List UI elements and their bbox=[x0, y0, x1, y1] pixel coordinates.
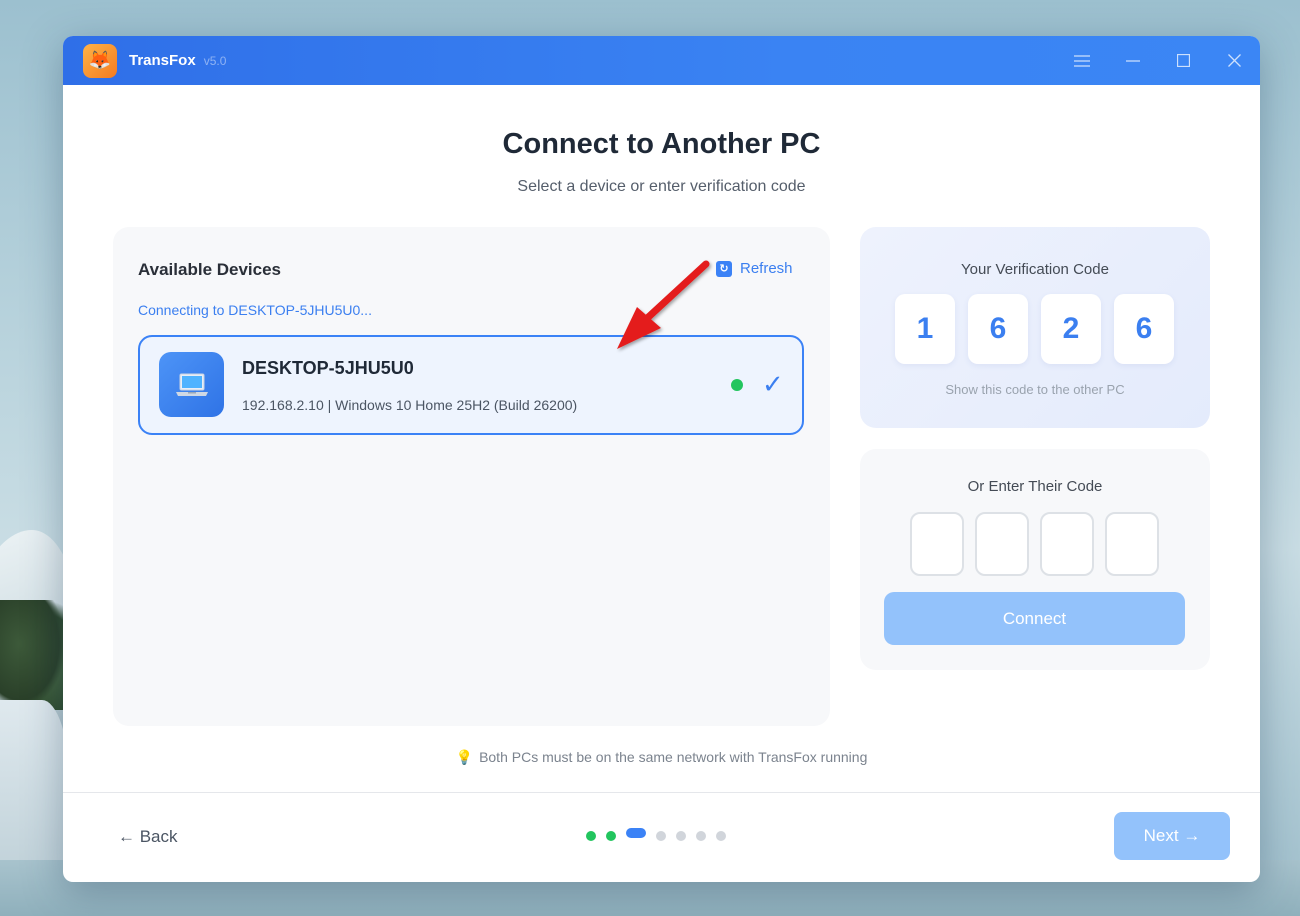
verification-code-digits: 1 6 2 6 bbox=[895, 294, 1174, 364]
verification-digit: 6 bbox=[968, 294, 1028, 364]
connection-status-text: Connecting to DESKTOP-5JHU5U0... bbox=[138, 302, 372, 318]
page-subtitle: Select a device or enter verification co… bbox=[517, 178, 806, 195]
verification-hint: Show this code to the other PC bbox=[945, 382, 1125, 397]
enter-code-title: Or Enter Their Code bbox=[967, 478, 1103, 495]
code-digit-input[interactable] bbox=[910, 512, 964, 576]
minimize-button[interactable] bbox=[1107, 36, 1158, 85]
step-dot-pending bbox=[656, 831, 666, 841]
refresh-button[interactable]: ↻ Refresh bbox=[716, 260, 793, 277]
app-version: v5.0 bbox=[203, 53, 227, 68]
available-devices-title: Available Devices bbox=[138, 260, 282, 279]
device-item[interactable]: DESKTOP-5JHU5U0 192.168.2.10 | Windows 1… bbox=[138, 335, 804, 435]
network-hint: 💡 Both PCs must be on the same network wi… bbox=[63, 749, 1260, 766]
app-name: TransFox bbox=[129, 52, 196, 69]
step-dot-completed bbox=[586, 831, 596, 841]
maximize-button[interactable] bbox=[1158, 36, 1209, 85]
verification-digit: 2 bbox=[1041, 294, 1101, 364]
verification-code-title: Your Verification Code bbox=[961, 261, 1109, 278]
refresh-label: Refresh bbox=[740, 260, 793, 277]
code-input-row bbox=[910, 512, 1159, 576]
device-name: DESKTOP-5JHU5U0 bbox=[242, 358, 414, 378]
step-dot-pending bbox=[676, 831, 686, 841]
enter-code-panel: Or Enter Their Code Connect bbox=[860, 449, 1210, 670]
app-window: 🦊 TransFox v5.0 Connect to Another PC Se… bbox=[63, 36, 1260, 882]
lightbulb-icon: 💡 bbox=[455, 749, 474, 765]
back-button[interactable]: ← Back bbox=[118, 827, 178, 847]
laptop-icon bbox=[159, 352, 224, 417]
online-status-dot bbox=[731, 379, 743, 391]
network-hint-text: Both PCs must be on the same network wit… bbox=[479, 749, 868, 765]
menu-button[interactable] bbox=[1056, 36, 1107, 85]
title-bar[interactable]: 🦊 TransFox v5.0 bbox=[63, 36, 1260, 85]
step-indicator bbox=[586, 828, 726, 841]
connect-button[interactable]: Connect bbox=[884, 592, 1185, 645]
step-dot-completed bbox=[606, 831, 616, 841]
available-devices-panel: Available Devices ↻ Refresh Connecting t… bbox=[113, 227, 830, 726]
code-digit-input[interactable] bbox=[975, 512, 1029, 576]
minimize-icon bbox=[1125, 59, 1140, 62]
step-dot-current bbox=[626, 828, 646, 838]
refresh-icon: ↻ bbox=[716, 260, 732, 277]
footer-divider bbox=[63, 792, 1260, 793]
step-dot-pending bbox=[696, 831, 706, 841]
close-icon bbox=[1228, 54, 1241, 67]
maximize-icon bbox=[1177, 54, 1190, 67]
step-dot-pending bbox=[716, 831, 726, 841]
code-digit-input[interactable] bbox=[1040, 512, 1094, 576]
page-title: Connect to Another PC bbox=[502, 128, 821, 160]
desktop-wallpaper-trees bbox=[0, 600, 66, 710]
next-button[interactable]: Next → bbox=[1114, 812, 1230, 860]
device-info: 192.168.2.10 | Windows 10 Home 25H2 (Bui… bbox=[242, 397, 578, 413]
fox-icon: 🦊 bbox=[83, 43, 117, 78]
verification-digit: 1 bbox=[895, 294, 955, 364]
checkmark-icon: ✓ bbox=[762, 369, 784, 399]
code-digit-input[interactable] bbox=[1105, 512, 1159, 576]
verification-code-panel: Your Verification Code 1 6 2 6 Show this… bbox=[860, 227, 1210, 428]
window-controls bbox=[1056, 36, 1260, 85]
hamburger-menu-icon bbox=[1073, 54, 1090, 67]
verification-digit: 6 bbox=[1114, 294, 1174, 364]
close-button[interactable] bbox=[1209, 36, 1260, 85]
